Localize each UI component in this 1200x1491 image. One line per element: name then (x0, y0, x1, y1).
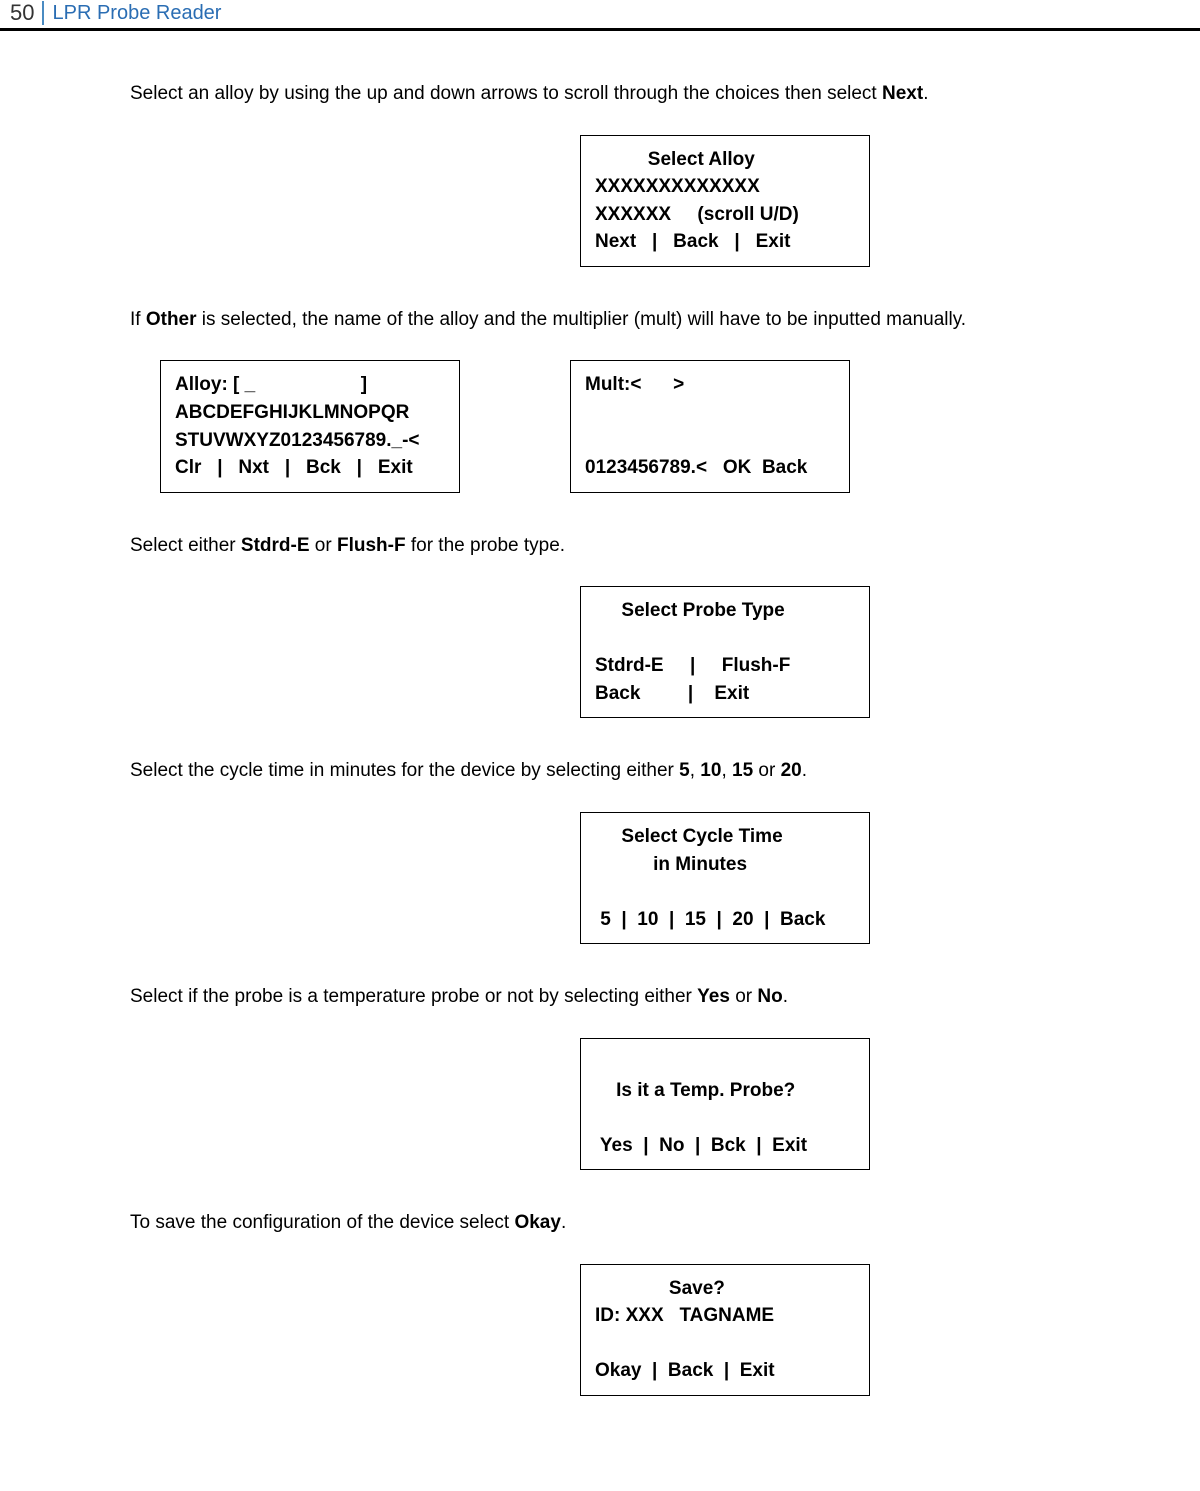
bold-no: No (757, 986, 782, 1007)
paragraph-probe-type: Select either Stdrd-E or Flush-F for the… (130, 533, 1110, 559)
paragraph-select-alloy: Select an alloy by using the up and down… (130, 81, 1110, 107)
screen-container: Select Cycle Time in Minutes 5 | 10 | 15… (130, 812, 1110, 944)
screen-container: Select Alloy XXXXXXXXXXXXX XXXXXX (scrol… (130, 135, 1110, 267)
text-span: If (130, 309, 146, 330)
paragraph-save: To save the configuration of the device … (130, 1210, 1110, 1236)
screen-probe-type: Select Probe Type Stdrd-E | Flush-F Back… (580, 586, 870, 718)
screen-mult-input: Mult:< > 0123456789.< OK Back (570, 360, 850, 492)
text-span: , (690, 760, 701, 781)
screen-save: Save? ID: XXX TAGNAME Okay | Back | Exit (580, 1264, 870, 1396)
text-span: . (561, 1212, 566, 1233)
bold-flush-f: Flush-F (337, 535, 406, 556)
header-divider (42, 1, 44, 25)
text-span: or (730, 986, 757, 1007)
bold-yes: Yes (697, 986, 730, 1007)
bold-15: 15 (732, 760, 753, 781)
text-span: . (923, 83, 928, 104)
text-span: . (802, 760, 807, 781)
screen-container: Select Probe Type Stdrd-E | Flush-F Back… (130, 586, 1110, 718)
bold-10: 10 (700, 760, 721, 781)
screen-temp-probe: Is it a Temp. Probe? Yes | No | Bck | Ex… (580, 1038, 870, 1170)
screen-container: Is it a Temp. Probe? Yes | No | Bck | Ex… (130, 1038, 1110, 1170)
page-header: 50 LPR Probe Reader (0, 0, 1200, 31)
screen-select-alloy: Select Alloy XXXXXXXXXXXXX XXXXXX (scrol… (580, 135, 870, 267)
page-number: 50 (10, 0, 34, 26)
screen-container: Save? ID: XXX TAGNAME Okay | Back | Exit (130, 1264, 1110, 1396)
text-span: or (310, 535, 337, 556)
text-span: , (721, 760, 732, 781)
bold-next: Next (882, 83, 923, 104)
text-span: for the probe type. (406, 535, 566, 556)
text-span: is selected, the name of the alloy and t… (197, 309, 967, 330)
bold-okay: Okay (514, 1212, 560, 1233)
paragraph-cycle-time: Select the cycle time in minutes for the… (130, 758, 1110, 784)
page-content: Select an alloy by using the up and down… (0, 31, 1200, 1476)
bold-5: 5 (679, 760, 690, 781)
document-title: LPR Probe Reader (52, 2, 221, 25)
text-span: Select the cycle time in minutes for the… (130, 760, 679, 781)
screen-pair-container: Alloy: [ _ ] ABCDEFGHIJKLMNOPQR STUVWXYZ… (160, 360, 1110, 492)
text-span: Select either (130, 535, 241, 556)
bold-stdrd-e: Stdrd-E (241, 535, 310, 556)
text-span: or (753, 760, 780, 781)
bold-other: Other (146, 309, 197, 330)
text-span: Select an alloy by using the up and down… (130, 83, 882, 104)
text-span: To save the configuration of the device … (130, 1212, 514, 1233)
paragraph-other: If Other is selected, the name of the al… (130, 307, 1110, 333)
screen-cycle-time: Select Cycle Time in Minutes 5 | 10 | 15… (580, 812, 870, 944)
text-span: Select if the probe is a temperature pro… (130, 986, 697, 1007)
bold-20: 20 (781, 760, 802, 781)
screen-alloy-input: Alloy: [ _ ] ABCDEFGHIJKLMNOPQR STUVWXYZ… (160, 360, 460, 492)
paragraph-temp-probe: Select if the probe is a temperature pro… (130, 984, 1110, 1010)
text-span: . (783, 986, 788, 1007)
